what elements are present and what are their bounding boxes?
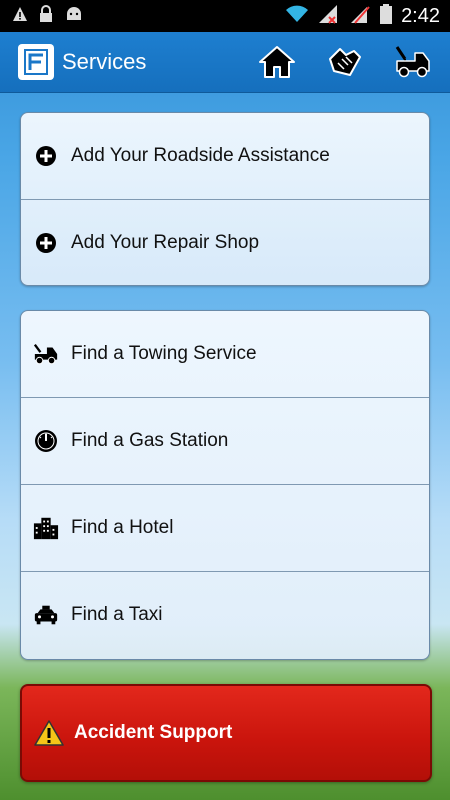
warning-notification-icon (12, 6, 28, 27)
status-bar: 2:42 (0, 0, 450, 32)
page-title: Services (62, 49, 147, 74)
accident-support-button[interactable]: Accident Support (20, 684, 432, 782)
app-logo (18, 44, 54, 80)
accident-support-label: Accident Support (74, 722, 233, 743)
warning-icon (34, 719, 64, 747)
list-item-label: Find a Towing Service (71, 343, 257, 364)
list-item-label: Add Your Repair Shop (71, 232, 260, 253)
app-bar: Services (0, 32, 450, 93)
taxi-icon (33, 602, 59, 628)
list-item-label: Add Your Roadside Assistance (71, 145, 330, 166)
battery-icon (379, 3, 393, 30)
add-repair-shop-item[interactable]: Add Your Repair Shop (21, 200, 429, 285)
status-time: 2:42 (401, 4, 440, 27)
list-item-label: Find a Hotel (71, 517, 174, 538)
find-gas-station-item[interactable]: Find a Gas Station (21, 398, 429, 485)
phone-handshake-icon (329, 48, 361, 76)
lock-notification-icon (38, 4, 54, 28)
hotel-icon (33, 515, 59, 541)
find-services-group: Find a Towing Service Find a Gas Station… (20, 310, 430, 660)
home-icon (259, 46, 295, 78)
android-notification-icon (64, 6, 84, 27)
home-button[interactable] (254, 40, 300, 84)
find-towing-service-item[interactable]: Find a Towing Service (21, 311, 429, 398)
list-item-label: Find a Gas Station (71, 430, 229, 451)
signal-icon-2 (349, 3, 371, 30)
add-services-group: Add Your Roadside Assistance Add Your Re… (20, 112, 430, 286)
wifi-icon (285, 4, 309, 29)
signal-icon (317, 3, 341, 30)
find-taxi-item[interactable]: Find a Taxi (21, 572, 429, 658)
plus-circle-icon (33, 230, 59, 256)
call-button[interactable] (322, 40, 368, 84)
gauge-icon (33, 428, 59, 454)
find-hotel-item[interactable]: Find a Hotel (21, 485, 429, 572)
tow-truck-icon (33, 341, 59, 367)
tow-button[interactable] (390, 40, 436, 84)
list-item-label: Find a Taxi (71, 604, 163, 625)
add-roadside-assistance-item[interactable]: Add Your Roadside Assistance (21, 113, 429, 200)
tow-truck-icon (395, 46, 430, 78)
plus-circle-icon (33, 143, 59, 169)
